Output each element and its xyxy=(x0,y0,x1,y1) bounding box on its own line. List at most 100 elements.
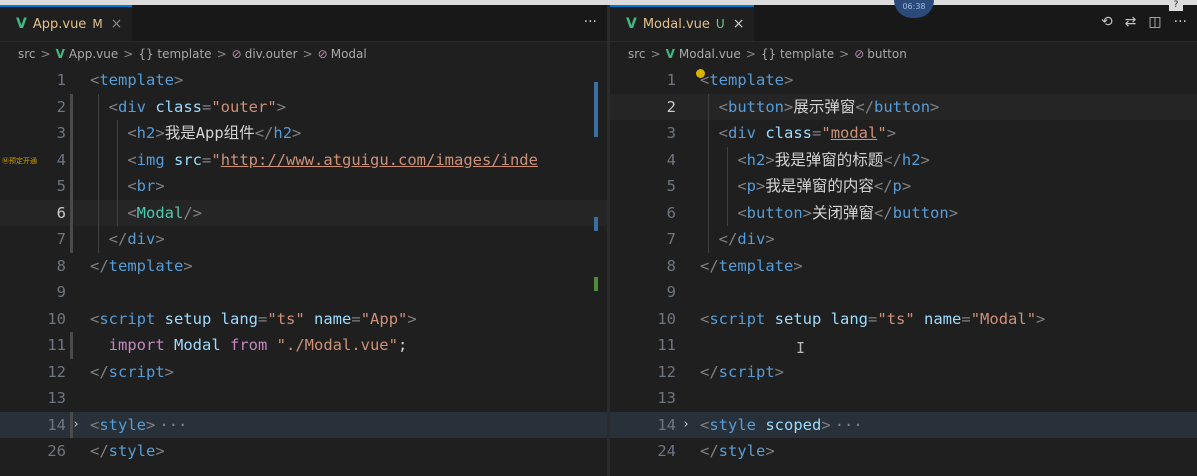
code-line[interactable]: 14 › <style scoped> ··· xyxy=(610,411,1197,439)
code-line[interactable]: 1 <template> xyxy=(0,67,607,94)
code-line[interactable]: 26 </style> xyxy=(0,438,607,465)
breadcrumb-item[interactable]: {} template xyxy=(138,47,211,61)
breadcrumb-item[interactable]: App.vue xyxy=(69,47,118,61)
code-line[interactable]: 3 <h2>我是App组件</h2> xyxy=(0,120,607,147)
code-token: from xyxy=(220,336,268,354)
indent-guide xyxy=(727,146,728,226)
code-text: </template> xyxy=(700,253,803,280)
history-icon[interactable]: ⟲ xyxy=(1101,14,1113,30)
code-line[interactable]: 10 <script setup lang="ts" name="Modal"> xyxy=(610,306,1197,333)
code-line[interactable]: 7 </div> xyxy=(0,226,607,253)
code-token: Modal xyxy=(164,336,221,354)
code-token: script xyxy=(718,362,775,381)
left-editor-pane: V App.vue M × ··· src > V App.vue > {} templa… xyxy=(0,5,607,476)
code-token: button xyxy=(746,203,803,222)
code-line[interactable]: 1 <template> xyxy=(610,67,1197,94)
right-editor-pane: V Modal.vue U × ⟲ ⇄ ◫ ··· src > V Modal.vue… xyxy=(610,5,1197,476)
code-token: </ xyxy=(883,150,902,169)
fold-chevron-icon[interactable]: › xyxy=(682,412,690,439)
code-token: template xyxy=(99,71,174,89)
left-tab-bar: V App.vue M × ··· xyxy=(0,5,607,42)
git-change-marker[interactable] xyxy=(70,332,73,359)
code-line[interactable]: 13 xyxy=(610,385,1197,412)
indent-guide xyxy=(117,120,118,226)
code-token: ··· xyxy=(159,415,188,434)
help-icon[interactable]: ? xyxy=(1169,0,1183,11)
breadcrumb-item[interactable]: button xyxy=(867,47,907,61)
vue-file-icon: V xyxy=(16,16,27,32)
text-cursor-icon: I xyxy=(796,339,806,357)
code-text: import Modal from "./Modal.vue"; xyxy=(90,332,408,359)
code-line[interactable]: 6 <button>关闭弹窗</button> xyxy=(610,200,1197,227)
code-token: div xyxy=(118,97,146,116)
code-line[interactable]: 4 <img src="http://www.atguigu.com/image… xyxy=(0,147,607,174)
code-token: </ xyxy=(90,442,109,460)
line-number: 10 xyxy=(47,309,66,328)
more-actions-icon[interactable]: ··· xyxy=(584,14,597,30)
code-line[interactable]: 24 </style> xyxy=(610,438,1197,465)
code-line[interactable]: 10 <script setup lang="ts" name="App"> xyxy=(0,306,607,333)
code-token: < xyxy=(700,415,710,434)
fold-chevron-icon[interactable]: › xyxy=(72,412,80,439)
code-line[interactable]: 13 xyxy=(0,385,607,412)
code-line[interactable]: 2 <button>展示弹窗</button> xyxy=(610,93,1197,120)
git-change-marker[interactable] xyxy=(70,93,73,253)
breadcrumb-item[interactable]: div.outer xyxy=(245,47,298,61)
line-number: 11 xyxy=(657,336,676,354)
code-line[interactable]: 11 xyxy=(610,332,1197,359)
breadcrumb-separator: > xyxy=(40,47,51,61)
tab-modal-vue[interactable]: V Modal.vue U × xyxy=(610,5,755,41)
tab-close-icon[interactable]: × xyxy=(111,16,123,32)
code-line[interactable]: 2 <div class="outer"> xyxy=(0,94,607,121)
split-icon[interactable]: ◫ xyxy=(1148,14,1161,30)
code-line[interactable]: 6 <Modal/> xyxy=(0,199,607,226)
code-token: > xyxy=(821,415,831,434)
breadcrumb-item[interactable]: {} template xyxy=(761,47,834,61)
code-line[interactable]: 8 </template> xyxy=(610,253,1197,280)
code-line[interactable]: 14 › <style> ··· xyxy=(0,411,607,439)
code-area[interactable]: 1 <template> 2 <button>展示弹窗</button> 3 <div… xyxy=(610,67,1197,465)
code-token: > xyxy=(174,71,184,89)
code-line[interactable]: 5 <br> xyxy=(0,173,607,200)
compare-icon[interactable]: ⇄ xyxy=(1125,14,1137,30)
tab-app-vue[interactable]: V App.vue M × xyxy=(0,5,133,41)
git-change-marker[interactable] xyxy=(70,411,73,438)
code-line[interactable]: 9 xyxy=(610,279,1197,306)
code-line[interactable]: 11 import Modal from "./Modal.vue"; xyxy=(0,332,607,359)
tab-close-icon[interactable]: × xyxy=(733,16,745,32)
tab-untracked-badge: U xyxy=(715,17,725,31)
code-line[interactable]: 9 xyxy=(0,279,607,306)
more-actions-icon[interactable]: ··· xyxy=(1174,14,1187,30)
breadcrumb-separator: > xyxy=(302,47,313,61)
code-token: </ xyxy=(90,256,109,275)
breadcrumb-item[interactable]: src xyxy=(628,47,646,61)
code-line[interactable]: 12 </script> xyxy=(0,359,607,386)
breadcrumb-item[interactable]: src xyxy=(18,47,36,61)
code-token: > xyxy=(793,256,803,275)
breadcrumb-separator: > xyxy=(216,47,227,61)
breadcrumb-item[interactable]: Modal.vue xyxy=(679,47,741,61)
vue-file-icon: V xyxy=(55,47,65,61)
code-token: "Modal" xyxy=(970,309,1037,328)
breadcrumb: src > V Modal.vue > {} template > ⊘ button xyxy=(610,43,1197,65)
code-area[interactable]: 1 <template> 2 <div class="outer"> 3 <h2>我是… xyxy=(0,67,607,465)
code-line[interactable]: 8 </template> xyxy=(0,253,607,280)
breadcrumb-item[interactable]: Modal xyxy=(331,47,367,61)
code-line[interactable]: 4 <h2>我是弹窗的标题</h2> xyxy=(610,147,1197,174)
code-token: < xyxy=(700,97,728,116)
code-text: </div> xyxy=(90,226,165,253)
line-number: 14 xyxy=(657,415,676,434)
code-line[interactable]: 12 </script> xyxy=(610,359,1197,386)
code-token: > xyxy=(784,97,794,116)
gutter-annotation: Ⓜ预定开通 xyxy=(2,156,37,165)
code-line[interactable]: 7 </div> xyxy=(610,226,1197,253)
code-line[interactable]: 5 <p>我是弹窗的内容</p> xyxy=(610,173,1197,200)
breadcrumb: src > V App.vue >{} template > ⊘ div.outer > ⊘ Mod… xyxy=(0,43,607,65)
indent-guide xyxy=(98,93,99,253)
lightbulb-icon[interactable] xyxy=(696,69,705,78)
code-line[interactable]: 3 <div class="modal"> xyxy=(610,120,1197,147)
code-token: ··· xyxy=(834,415,863,434)
breadcrumb-separator: > xyxy=(839,47,850,61)
code-token: " xyxy=(821,124,831,142)
code-token: script xyxy=(709,309,766,328)
